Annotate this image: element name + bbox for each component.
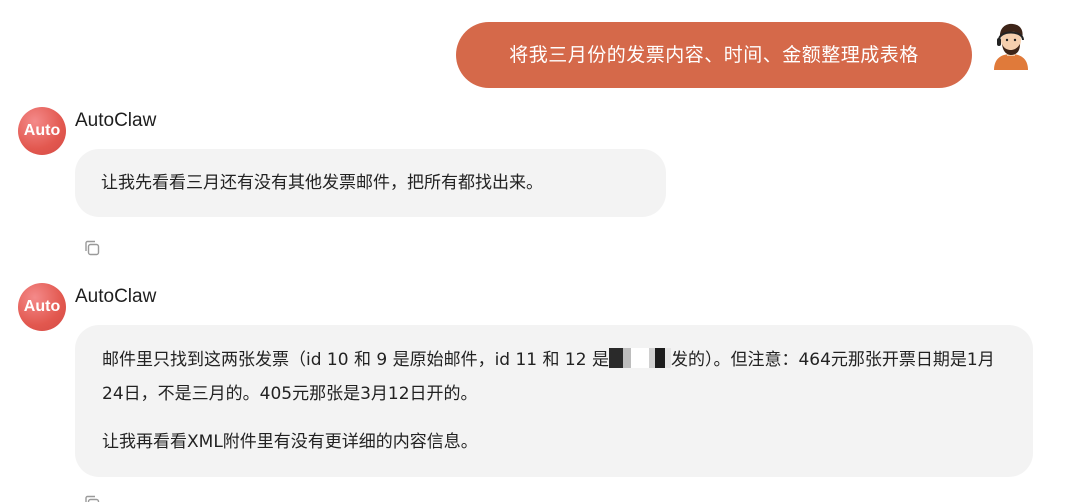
message-text: 邮件里只找到这两张发票（id 10 和 9 是原始邮件，id 11 和 12 是: [102, 350, 609, 370]
assistant-message-bubble: 让我先看看三月还有没有其他发票邮件，把所有都找出来。: [75, 149, 666, 217]
redacted-text: [608, 348, 671, 368]
user-message-bubble: 将我三月份的发票内容、时间、金额整理成表格: [456, 22, 972, 88]
message-paragraph: 邮件里只找到这两张发票（id 10 和 9 是原始邮件，id 11 和 12 是…: [102, 343, 1005, 411]
assistant-message-bubble: 邮件里只找到这两张发票（id 10 和 9 是原始邮件，id 11 和 12 是…: [75, 325, 1033, 477]
assistant-name: AutoClaw: [75, 286, 157, 307]
message-paragraph: 让我再看看XML附件里有没有更详细的内容信息。: [102, 432, 478, 452]
assistant-name: AutoClaw: [75, 110, 157, 131]
copy-icon[interactable]: [83, 239, 101, 257]
user-avatar[interactable]: [988, 20, 1034, 70]
chat-page: 将我三月份的发票内容、时间、金额整理成表格 Auto AutoClaw 让我先看…: [0, 0, 1080, 502]
autoclaw-avatar: Auto: [18, 107, 66, 155]
copy-icon[interactable]: [83, 494, 101, 502]
autoclaw-avatar: Auto: [18, 283, 66, 331]
